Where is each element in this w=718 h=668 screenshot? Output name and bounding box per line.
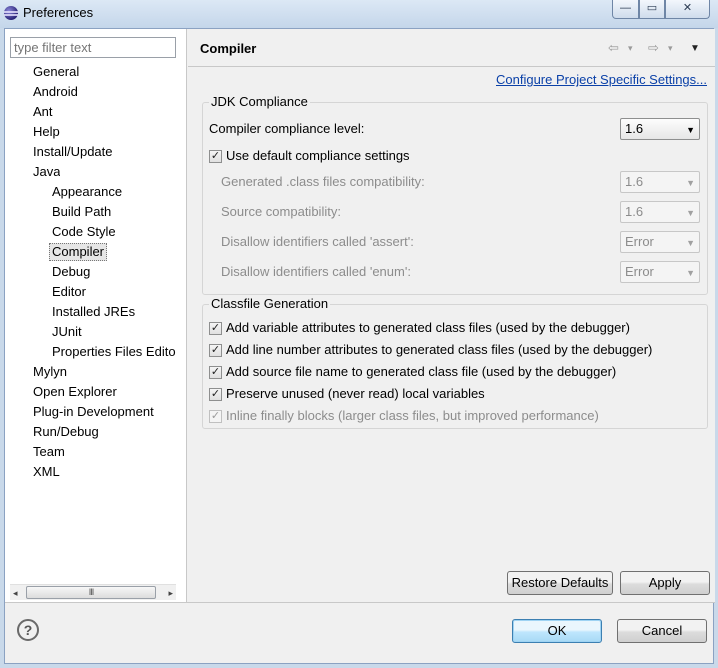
close-button[interactable]: ✕ xyxy=(665,0,710,19)
minimize-button[interactable]: — xyxy=(612,0,639,19)
use-default-compliance-checkbox[interactable]: ✓ xyxy=(209,150,222,163)
chevron-down-icon: ▼ xyxy=(686,238,695,248)
compliance-level-value: 1.6 xyxy=(625,121,644,136)
tree-item-ant[interactable]: Ant xyxy=(33,103,53,121)
page-navigation: ⇦ ▾ ⇨ ▾ ▼ xyxy=(608,40,708,56)
classfile-option-label: Add variable attributes to generated cla… xyxy=(226,320,630,335)
classfile-option-checkbox[interactable]: ✓ xyxy=(209,322,222,335)
tree-item-run-debug[interactable]: Run/Debug xyxy=(33,423,99,441)
classfile-option-label: Preserve unused (never read) local varia… xyxy=(226,386,485,401)
tree-item-plug-in-development[interactable]: Plug-in Development xyxy=(33,403,154,421)
tree-item-mylyn[interactable]: Mylyn xyxy=(33,363,67,381)
disallow-assert-label: Disallow identifiers called 'assert': xyxy=(221,234,414,249)
disallow-enum-label: Disallow identifiers called 'enum': xyxy=(221,264,411,279)
preference-tree-panel: General Android Ant Help Install/Update Java A… xyxy=(5,29,187,602)
chevron-down-icon: ▼ xyxy=(686,208,695,218)
apply-button[interactable]: Apply xyxy=(620,571,710,595)
tree-item-java[interactable]: Java xyxy=(33,163,60,181)
chevron-down-icon: ▼ xyxy=(686,125,695,135)
tree-item-team[interactable]: Team xyxy=(33,443,65,461)
classfile-option-label: Add source file name to generated class … xyxy=(226,364,617,379)
tree-item-appearance[interactable]: Appearance xyxy=(52,183,122,201)
view-menu-icon[interactable]: ▼ xyxy=(690,43,700,54)
classfile-option-label: Inline finally blocks (larger class file… xyxy=(226,408,599,423)
classfile-option-checkbox[interactable]: ✓ xyxy=(209,388,222,401)
jdk-compliance-title: JDK Compliance xyxy=(209,94,310,109)
disallow-enum-value: Error xyxy=(625,264,654,279)
restore-defaults-button[interactable]: Restore Defaults xyxy=(507,571,613,595)
tree-item-build-path[interactable]: Build Path xyxy=(52,203,111,221)
help-icon[interactable]: ? xyxy=(17,619,39,641)
compiler-page: Compiler ⇦ ▾ ⇨ ▾ ▼ Configure Project Spe… xyxy=(188,29,715,602)
tree-item-code-style[interactable]: Code Style xyxy=(52,223,116,241)
title-bar: Preferences — ▭ ✕ xyxy=(0,0,718,28)
tree-item-help[interactable]: Help xyxy=(33,123,60,141)
ok-button[interactable]: OK xyxy=(512,619,602,643)
classfile-option-checkbox[interactable]: ✓ xyxy=(209,410,222,423)
generated-class-compat-value: 1.6 xyxy=(625,174,644,189)
scroll-thumb[interactable]: III xyxy=(26,586,156,599)
tree-item-android[interactable]: Android xyxy=(33,83,78,101)
compliance-level-label: Compiler compliance level: xyxy=(209,121,365,136)
maximize-button[interactable]: ▭ xyxy=(639,0,665,19)
classfile-option-checkbox[interactable]: ✓ xyxy=(209,366,222,379)
tree-item-properties-files-edito[interactable]: Properties Files Edito xyxy=(52,343,176,361)
tree-item-install-update[interactable]: Install/Update xyxy=(33,143,113,161)
generated-class-compat-label: Generated .class files compatibility: xyxy=(221,174,425,189)
compliance-level-select[interactable]: 1.6 ▼ xyxy=(620,118,700,140)
use-default-compliance-label: Use default compliance settings xyxy=(226,148,410,163)
dialog-body: General Android Ant Help Install/Update Java A… xyxy=(4,28,715,664)
cancel-button[interactable]: Cancel xyxy=(617,619,707,643)
tree-item-junit[interactable]: JUnit xyxy=(52,323,82,341)
disallow-assert-value: Error xyxy=(625,234,654,249)
tree-item-open-explorer[interactable]: Open Explorer xyxy=(33,383,117,401)
forward-menu-icon[interactable]: ▾ xyxy=(668,43,673,54)
classfile-option-label: Add line number attributes to generated … xyxy=(226,342,653,357)
source-compat-select[interactable]: 1.6 ▼ xyxy=(620,201,700,223)
filter-input[interactable] xyxy=(10,37,176,58)
source-compat-label: Source compatibility: xyxy=(221,204,341,219)
generated-class-compat-select[interactable]: 1.6 ▼ xyxy=(620,171,700,193)
button-bar-separator xyxy=(5,602,715,603)
scroll-left-icon[interactable]: ◂ xyxy=(13,588,18,599)
classfile-generation-title: Classfile Generation xyxy=(209,296,331,311)
disallow-enum-select[interactable]: Error ▼ xyxy=(620,261,700,283)
configure-project-settings-link[interactable]: Configure Project Specific Settings... xyxy=(496,72,707,87)
back-menu-icon[interactable]: ▾ xyxy=(628,43,633,54)
chevron-down-icon: ▼ xyxy=(686,268,695,278)
tree-item-debug[interactable]: Debug xyxy=(52,263,90,281)
disallow-assert-select[interactable]: Error ▼ xyxy=(620,231,700,253)
eclipse-icon xyxy=(4,6,18,20)
classfile-generation-group: Classfile Generation ✓ Add variable attri… xyxy=(202,296,708,429)
title-separator xyxy=(188,66,715,67)
back-arrow-icon[interactable]: ⇦ xyxy=(608,40,619,56)
source-compat-value: 1.6 xyxy=(625,204,644,219)
chevron-down-icon: ▼ xyxy=(686,178,695,188)
tree-item-compiler[interactable]: Compiler xyxy=(49,243,108,261)
scroll-right-icon[interactable]: ▸ xyxy=(168,588,173,599)
tree-item-editor[interactable]: Editor xyxy=(52,283,86,301)
tree-item-installed-jres[interactable]: Installed JREs xyxy=(52,303,135,321)
jdk-compliance-group: JDK Compliance Compiler compliance level… xyxy=(202,94,708,295)
window-title: Preferences xyxy=(23,5,94,20)
classfile-option-checkbox[interactable]: ✓ xyxy=(209,344,222,357)
forward-arrow-icon[interactable]: ⇨ xyxy=(648,40,659,56)
tree-item-general[interactable]: General xyxy=(33,63,79,81)
tree-horizontal-scrollbar[interactable]: ◂ III ▸ xyxy=(10,584,176,600)
page-title: Compiler xyxy=(200,41,257,56)
tree-item-xml[interactable]: XML xyxy=(33,463,60,481)
